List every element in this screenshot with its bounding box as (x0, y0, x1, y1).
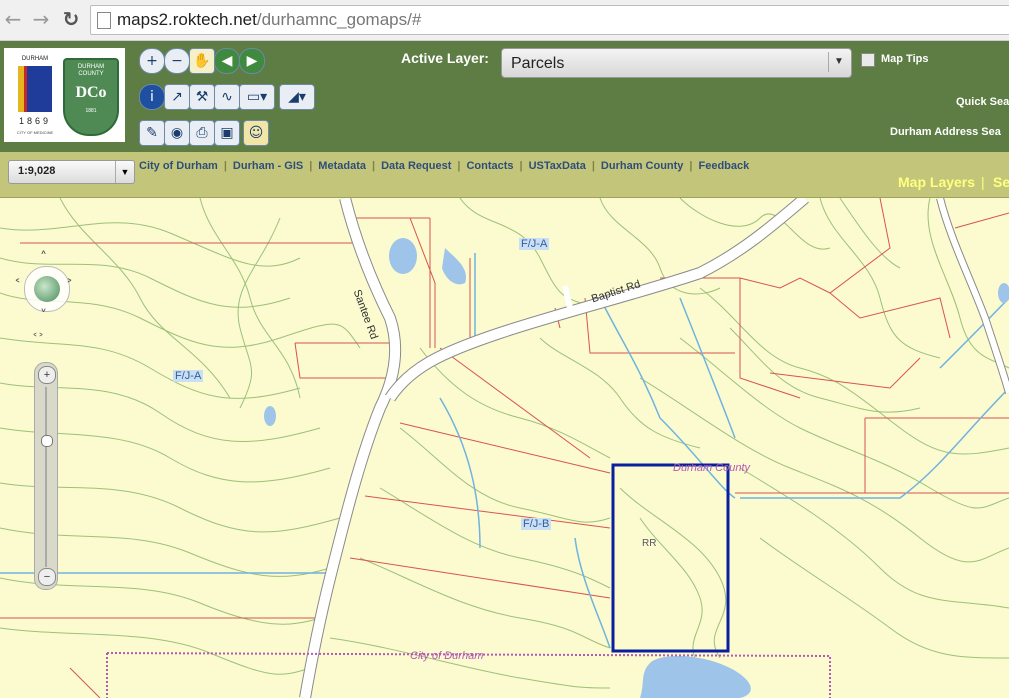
header-links: City of Durham | Durham - GIS | Metadata | Dat… (139, 160, 755, 172)
city-flag-icon (18, 66, 52, 112)
forward-arrow-icon[interactable]: → (30, 8, 52, 30)
page-icon (97, 12, 111, 29)
hammer-icon[interactable]: ⚒ (189, 84, 215, 110)
tab-search[interactable]: Se (993, 174, 1009, 190)
zoom-out-icon[interactable]: − (38, 568, 56, 586)
link-strip: 1:9,028 ▼ City of Durham | Durham - GIS | Me… (0, 152, 1009, 198)
pan-control[interactable] (24, 266, 70, 312)
link-ustaxdata[interactable]: USTaxData (529, 160, 592, 172)
link-durham-county[interactable]: Durham County (601, 160, 690, 172)
pencil-icon[interactable]: ✎ (139, 120, 165, 146)
scale-value: 1:9,028 (18, 165, 56, 177)
city-logo-year: 1869 (18, 116, 52, 126)
link-contacts[interactable]: Contacts (466, 160, 519, 172)
link-durham-gis[interactable]: Durham - GIS (233, 160, 309, 172)
zoom-slider-handle[interactable] (41, 435, 53, 447)
zoom-in-icon[interactable]: + (38, 366, 56, 384)
water-bodies (264, 238, 1009, 698)
reload-icon[interactable]: ↻ (60, 8, 82, 30)
browser-toolbar: ← → ↻ maps2.roktech.net/durhamnc_gomaps/… (0, 0, 1009, 41)
map-graphics (0, 198, 1009, 698)
rr-label: RR (642, 538, 657, 549)
address-bar[interactable]: maps2.roktech.net/durhamnc_gomaps/# (90, 5, 1009, 35)
link-metadata[interactable]: Metadata (318, 160, 372, 172)
city-of-durham-logo[interactable]: DURHAM 1869 CITY OF MEDICINE (12, 56, 58, 136)
app-header: DURHAM 1869 CITY OF MEDICINE DURHAM COUN… (0, 41, 1009, 152)
globe-icon[interactable] (34, 276, 60, 302)
rectangle-select-icon[interactable]: ▭▾ (239, 84, 275, 110)
measure-line-icon[interactable]: ∿ (214, 84, 240, 110)
zoom-slider[interactable]: + − (34, 362, 58, 590)
durham-county-logo[interactable]: DURHAM COUNTY DCo 1881 (63, 58, 119, 136)
url-path: /durhamnc_gomaps/# (256, 10, 422, 29)
select-icon[interactable]: ↗ (164, 84, 190, 110)
zone-label-fja-top: F/J-A (519, 238, 550, 250)
link-feedback[interactable]: Feedback (699, 160, 756, 172)
city-logo-tagline: CITY OF MEDICINE (16, 130, 54, 135)
map-tips-label: Map Tips (881, 53, 929, 65)
rotate-icon[interactable]: ˂˃ (32, 332, 62, 350)
url-text: maps2.roktech.net/durhamnc_gomaps/# (117, 10, 421, 30)
url-domain: maps2.roktech.net (117, 10, 257, 29)
active-layer-select[interactable]: Parcels ▼ (501, 48, 852, 78)
identify-icon[interactable]: i (139, 84, 165, 110)
link-data-request[interactable]: Data Request (381, 160, 457, 172)
parcel-lines (0, 198, 1009, 698)
county-logo-year: 1881 (85, 108, 97, 114)
city-logo-title: DURHAM (21, 56, 49, 62)
save-icon[interactable]: ▣ (214, 120, 240, 146)
forward-extent-icon[interactable]: ▶ (239, 48, 265, 74)
zoom-out-icon[interactable]: − (164, 48, 190, 74)
chevron-down-icon: ▼ (828, 52, 849, 72)
pan-left-icon[interactable]: ˂ (14, 278, 21, 294)
roads (299, 198, 1009, 698)
county-logo-mark: DCo (75, 84, 107, 101)
link-city-of-durham[interactable]: City of Durham (139, 160, 224, 172)
durham-county-label: Durham County (673, 462, 751, 474)
active-layer-value: Parcels (511, 55, 565, 72)
pan-up-icon[interactable]: ˄ (40, 250, 47, 266)
streams (0, 253, 1009, 649)
county-logo-title: DURHAM COUNTY (77, 64, 105, 77)
zoom-in-icon[interactable]: + (139, 48, 165, 74)
tab-map-layers[interactable]: Map Layers (898, 174, 975, 190)
logo-panel: DURHAM 1869 CITY OF MEDICINE DURHAM COUN… (4, 48, 125, 142)
person-icon[interactable]: ☺ (243, 120, 269, 146)
scale-select[interactable]: 1:9,028 ▼ (8, 160, 135, 184)
contour-lines (0, 198, 1009, 689)
map-navigation-control: ˄ ˂ ˃ ˅ ˂˃ + − (14, 250, 78, 598)
city-of-durham-label: City of Durham (410, 650, 484, 662)
polygon-select-icon[interactable]: ◢▾ (279, 84, 315, 110)
back-extent-icon[interactable]: ◀ (214, 48, 240, 74)
tab-separator: | (981, 174, 985, 190)
zone-label-fja-left: F/J-A (173, 370, 204, 382)
globe-layers-icon[interactable]: ◉ (164, 120, 190, 146)
active-layer-label: Active Layer: (401, 50, 489, 66)
print-icon[interactable]: ⎙ (189, 120, 215, 146)
address-search-label: Durham Address Sea (890, 126, 1001, 138)
map-canvas[interactable]: F/J-A F/J-A F/J-B Baptist Rd Santee Rd D… (0, 198, 1009, 698)
pan-down-icon[interactable]: ˅ (40, 308, 47, 324)
selected-parcel (611, 463, 730, 653)
back-arrow-icon[interactable]: ← (2, 8, 24, 30)
quick-search-label: Quick Sea (956, 96, 1009, 108)
pan-right-icon[interactable]: ˃ (66, 278, 73, 294)
pan-hand-icon[interactable]: ✋ (189, 48, 215, 74)
chevron-down-icon: ▼ (115, 161, 134, 183)
zone-label-fjb: F/J-B (521, 518, 552, 530)
map-tips-checkbox[interactable] (861, 53, 875, 67)
